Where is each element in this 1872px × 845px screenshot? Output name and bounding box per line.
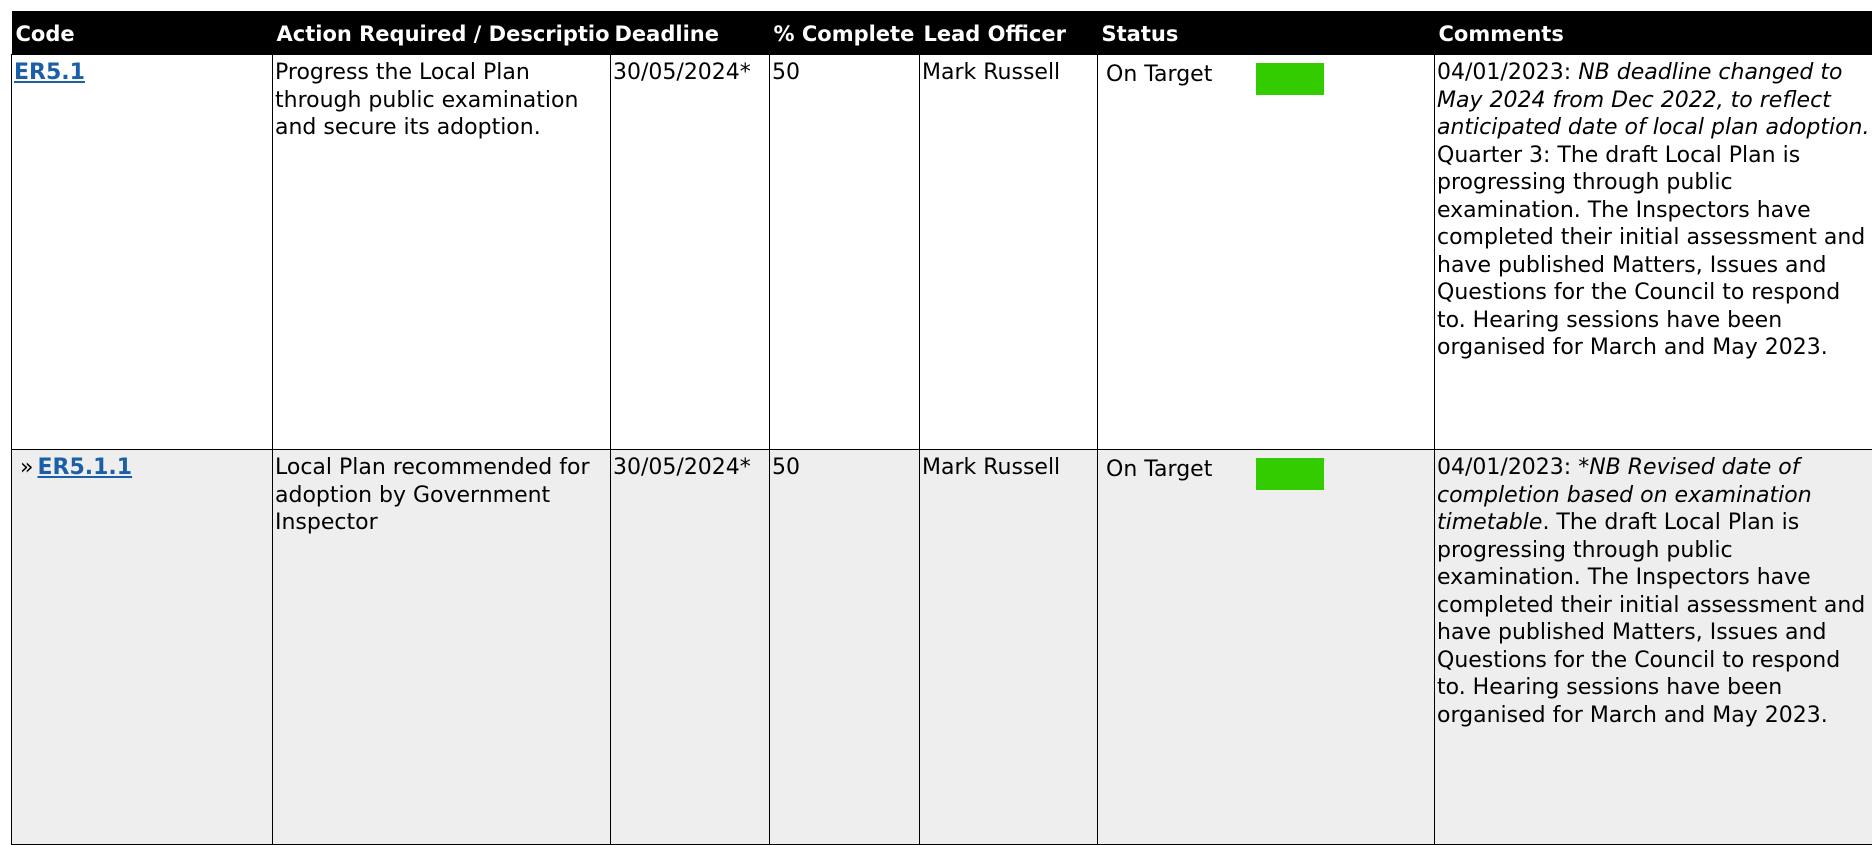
- complete-cell: 50: [770, 55, 920, 450]
- col-header-complete: % Complete: [770, 11, 920, 55]
- comment-date: 04/01/2023: *: [1437, 455, 1589, 480]
- comment-date: 04/01/2023:: [1437, 60, 1578, 85]
- col-header-action: Action Required / Description: [273, 11, 611, 55]
- deadline-cell: 30/05/2024*: [611, 55, 770, 450]
- status-indicator: [1256, 63, 1324, 95]
- code-cell: ER5.1: [12, 55, 273, 450]
- table-header-row: Code Action Required / Description Deadl…: [12, 11, 1872, 55]
- deadline-cell: 30/05/2024*: [611, 450, 770, 845]
- table-row: »ER5.1.1 Local Plan recommended for adop…: [12, 450, 1872, 845]
- action-plan-table: Code Action Required / Description Deadl…: [11, 11, 1872, 845]
- comments-cell: 04/01/2023: *NB Revised date of completi…: [1435, 450, 1872, 845]
- code-link[interactable]: ER5.1: [14, 60, 85, 85]
- sub-item-marker: »: [20, 455, 33, 480]
- table-row: ER5.1 Progress the Local Plan through pu…: [12, 55, 1872, 450]
- col-header-status: Status: [1098, 11, 1435, 55]
- complete-cell: 50: [770, 450, 920, 845]
- status-label: On Target: [1106, 61, 1256, 89]
- comments-cell: 04/01/2023: NB deadline changed to May 2…: [1435, 55, 1872, 450]
- col-header-lead-officer: Lead Officer: [920, 11, 1098, 55]
- code-cell: »ER5.1.1: [12, 450, 273, 845]
- comment-body: . The draft Local Plan is progressing th…: [1437, 510, 1865, 728]
- code-link[interactable]: ER5.1.1: [37, 455, 132, 480]
- lead-officer-cell: Mark Russell: [920, 450, 1098, 845]
- status-label: On Target: [1106, 456, 1256, 484]
- comment-body: Quarter 3: The draft Local Plan is progr…: [1437, 143, 1865, 361]
- status-indicator: [1256, 458, 1324, 490]
- status-cell: On Target: [1098, 450, 1435, 845]
- col-header-comments: Comments: [1435, 11, 1872, 55]
- action-cell: Progress the Local Plan through public e…: [273, 55, 611, 450]
- status-cell: On Target: [1098, 55, 1435, 450]
- action-cell: Local Plan recommended for adoption by G…: [273, 450, 611, 845]
- lead-officer-cell: Mark Russell: [920, 55, 1098, 450]
- col-header-code: Code: [12, 11, 273, 55]
- col-header-deadline: Deadline: [611, 11, 770, 55]
